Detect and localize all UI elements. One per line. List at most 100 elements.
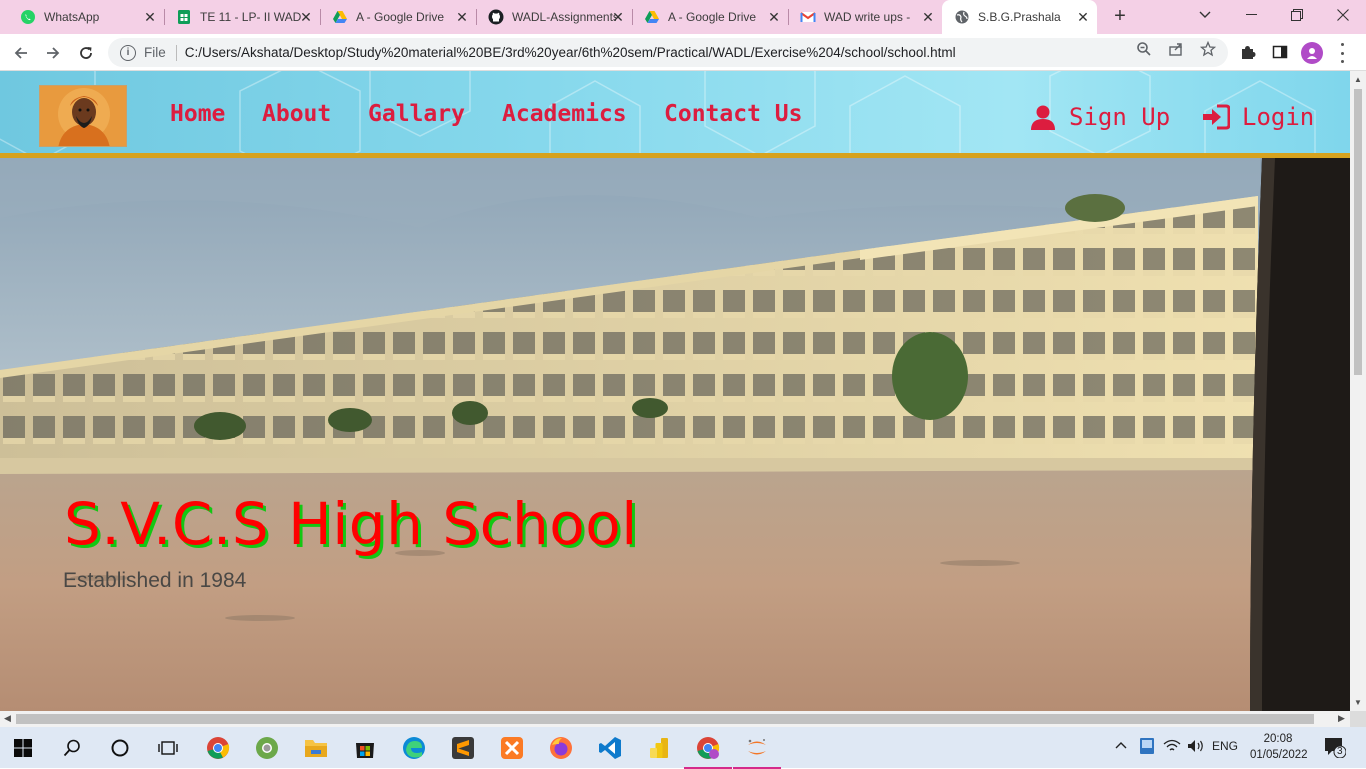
google-drive-icon bbox=[644, 9, 660, 25]
vscode-icon[interactable] bbox=[595, 733, 625, 763]
scrollbar-corner bbox=[1350, 711, 1366, 727]
cortana-icon[interactable] bbox=[105, 733, 135, 763]
site-header: Home About Gallary Academics Contact Us … bbox=[0, 71, 1350, 158]
tab-github[interactable]: WADL-Assignments ✕ bbox=[476, 0, 633, 34]
tab-close-icon[interactable]: ✕ bbox=[1075, 9, 1091, 25]
profile-chrome-icon[interactable] bbox=[252, 733, 282, 763]
close-window-button[interactable] bbox=[1320, 0, 1366, 30]
zoom-icon[interactable] bbox=[1136, 41, 1152, 57]
nav-gallery[interactable]: Gallary bbox=[368, 101, 465, 127]
profile-avatar[interactable] bbox=[1301, 42, 1323, 64]
tab-title: TE 11 - LP- II WAD bbox=[200, 10, 302, 24]
nav-home[interactable]: Home bbox=[170, 101, 225, 127]
login-icon bbox=[1202, 103, 1230, 131]
task-view-icon[interactable] bbox=[153, 733, 183, 763]
tab-title: A - Google Drive bbox=[668, 10, 757, 24]
tab-close-icon[interactable]: ✕ bbox=[920, 9, 936, 25]
chrome-taskbar-icon[interactable] bbox=[203, 733, 233, 763]
sheets-icon bbox=[176, 9, 192, 25]
address-bar[interactable]: i File C:/Users/Akshata/Desktop/Study%20… bbox=[108, 38, 1228, 67]
reload-icon[interactable] bbox=[73, 40, 99, 66]
share-icon[interactable] bbox=[1168, 41, 1184, 57]
restore-button[interactable] bbox=[1274, 0, 1320, 30]
tab-title: WADL-Assignments bbox=[512, 10, 616, 24]
tab-gmail[interactable]: WAD write ups - ✕ bbox=[788, 0, 942, 34]
tab-title: WhatsApp bbox=[44, 10, 100, 24]
tab-title: WAD write ups - bbox=[824, 10, 911, 24]
vertical-scrollbar[interactable]: ▲ ▼ bbox=[1350, 71, 1366, 711]
sublime-text-icon[interactable] bbox=[448, 733, 478, 763]
chrome-menu-icon[interactable] bbox=[1336, 43, 1348, 63]
login-label: Login bbox=[1242, 103, 1315, 131]
language-indicator[interactable]: ENG bbox=[1212, 739, 1238, 753]
vertical-scroll-thumb[interactable] bbox=[1354, 89, 1362, 375]
tab-close-icon[interactable]: ✕ bbox=[454, 9, 470, 25]
minimize-button[interactable] bbox=[1228, 0, 1274, 30]
school-logo[interactable] bbox=[39, 85, 127, 147]
hero-title: S.V.C.S High School bbox=[64, 490, 638, 558]
extensions-puzzle-icon[interactable] bbox=[1239, 44, 1257, 62]
tab-google-drive-2[interactable]: A - Google Drive ✕ bbox=[632, 0, 789, 34]
tab-google-drive[interactable]: A - Google Drive ✕ bbox=[320, 0, 477, 34]
tab-whatsapp[interactable]: WhatsApp ✕ bbox=[8, 0, 165, 34]
tab-active-prashala[interactable]: S.B.G.Prashala ✕ bbox=[942, 0, 1097, 34]
signup-link[interactable]: Sign Up bbox=[1029, 103, 1170, 131]
tab-close-icon[interactable]: ✕ bbox=[142, 9, 158, 25]
back-arrow-icon[interactable] bbox=[8, 40, 34, 66]
tab-title: A - Google Drive bbox=[356, 10, 445, 24]
chrome-profile-active-icon[interactable] bbox=[684, 733, 732, 769]
side-panel-icon[interactable] bbox=[1271, 44, 1289, 62]
url-text[interactable]: C:/Users/Akshata/Desktop/Study%20materia… bbox=[185, 45, 956, 60]
tab-search-chevron-icon[interactable] bbox=[1182, 0, 1228, 30]
network-adapter-icon[interactable] bbox=[1139, 737, 1155, 758]
nav-academics[interactable]: Academics bbox=[502, 101, 627, 127]
site-info-icon[interactable]: i bbox=[120, 44, 136, 61]
scroll-right-arrow-icon[interactable]: ▶ bbox=[1338, 713, 1345, 724]
firefox-icon[interactable] bbox=[546, 733, 576, 763]
login-link[interactable]: Login bbox=[1202, 103, 1314, 131]
scroll-up-arrow-icon[interactable]: ▲ bbox=[1353, 75, 1363, 84]
taskbar-clock[interactable]: 20:08 01/05/2022 bbox=[1250, 731, 1308, 763]
clock-time: 20:08 bbox=[1263, 733, 1293, 745]
xampp-icon[interactable] bbox=[497, 733, 527, 763]
hero-subtitle: Established in 1984 bbox=[63, 569, 247, 592]
bookmark-star-icon[interactable] bbox=[1199, 40, 1217, 57]
search-icon[interactable] bbox=[57, 733, 87, 763]
nav-about[interactable]: About bbox=[262, 101, 331, 127]
wifi-icon[interactable] bbox=[1163, 739, 1181, 756]
hero-section: S.V.C.S High School Established in 1984 bbox=[0, 158, 1350, 711]
school-building-photo bbox=[0, 158, 1350, 711]
tab-sheets[interactable]: TE 11 - LP- II WAD ✕ bbox=[164, 0, 321, 34]
forward-arrow-icon[interactable] bbox=[40, 40, 66, 66]
power-bi-icon[interactable] bbox=[644, 733, 674, 763]
show-hidden-icons-chevron[interactable] bbox=[1114, 739, 1128, 753]
edge-icon[interactable] bbox=[399, 733, 429, 763]
notification-count: 3 bbox=[1337, 746, 1343, 757]
tab-close-icon[interactable]: ✕ bbox=[610, 9, 626, 25]
scroll-left-arrow-icon[interactable]: ◀ bbox=[4, 713, 11, 724]
google-drive-icon bbox=[332, 9, 348, 25]
horizontal-scrollbar[interactable]: ◀ ▶ bbox=[0, 711, 1350, 727]
clock-date: 01/05/2022 bbox=[1250, 749, 1308, 761]
omnibox-divider bbox=[175, 44, 177, 61]
globe-icon bbox=[954, 9, 970, 25]
scroll-down-arrow-icon[interactable]: ▼ bbox=[1353, 698, 1363, 707]
notification-center-icon[interactable]: 3 bbox=[1324, 736, 1347, 761]
file-explorer-icon[interactable] bbox=[301, 733, 331, 763]
github-icon bbox=[488, 9, 504, 25]
microsoft-store-icon[interactable] bbox=[350, 733, 380, 763]
tab-close-icon[interactable]: ✕ bbox=[766, 9, 782, 25]
horizontal-scroll-thumb[interactable] bbox=[16, 714, 1314, 724]
browser-tab-strip: WhatsApp ✕ TE 11 - LP- II WAD ✕ A - Goog… bbox=[0, 0, 1366, 34]
windows-start-icon[interactable] bbox=[8, 733, 38, 763]
windows-taskbar: ENG 20:08 01/05/2022 3 bbox=[0, 727, 1366, 769]
scheme-label: File bbox=[144, 45, 166, 60]
user-icon bbox=[1029, 103, 1057, 131]
page-viewport: Home About Gallary Academics Contact Us … bbox=[0, 71, 1350, 711]
tab-close-icon[interactable]: ✕ bbox=[298, 9, 314, 25]
new-tab-button[interactable]: + bbox=[1108, 5, 1132, 29]
jupyter-icon[interactable] bbox=[733, 733, 781, 769]
whatsapp-icon bbox=[20, 9, 36, 25]
nav-contact-us[interactable]: Contact Us bbox=[664, 101, 802, 127]
volume-icon[interactable] bbox=[1187, 739, 1205, 756]
